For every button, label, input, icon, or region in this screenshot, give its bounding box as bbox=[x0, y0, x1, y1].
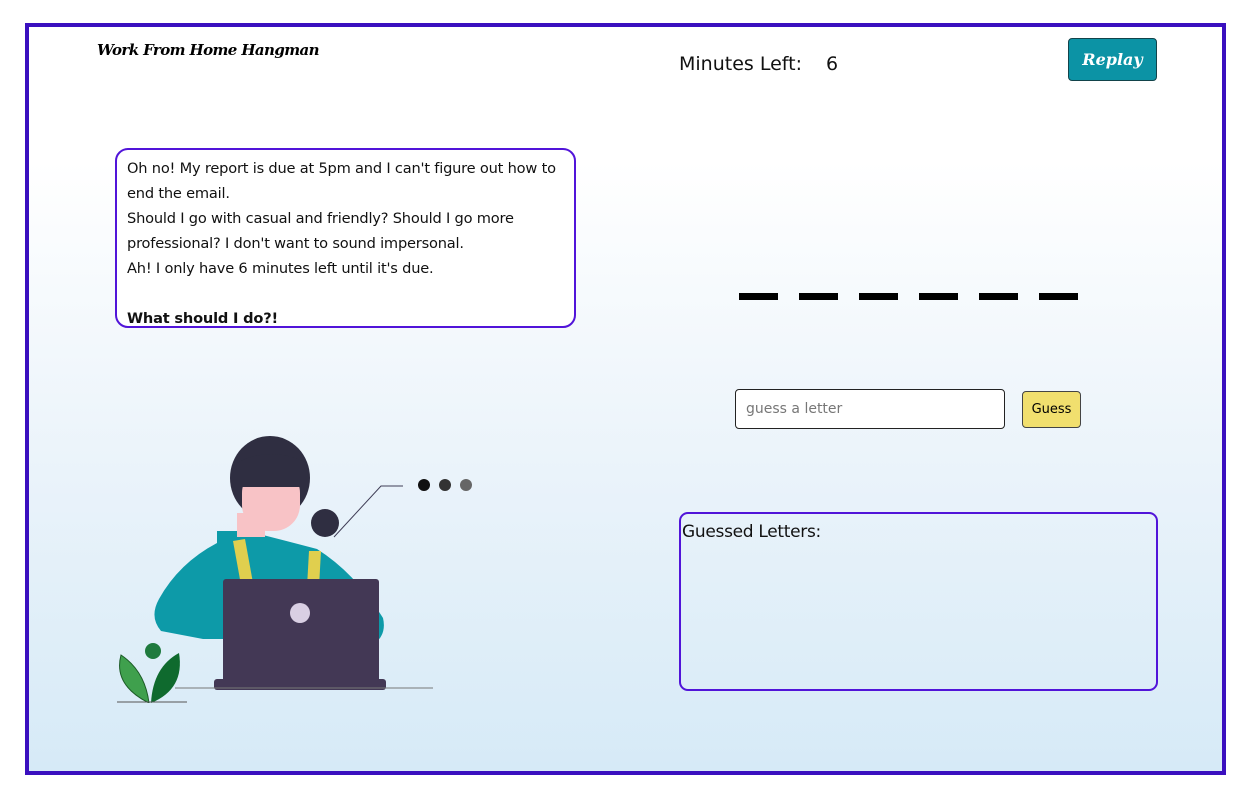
bubble-line: Ah! I only have 6 minutes left until it'… bbox=[127, 260, 434, 277]
bubble-line: Oh no! My report is due at 5pm and I can… bbox=[127, 160, 556, 202]
timer-label: Minutes Left: bbox=[679, 53, 802, 75]
letter-blank bbox=[979, 293, 1018, 300]
letter-blank bbox=[919, 293, 958, 300]
thought-dot bbox=[439, 479, 451, 491]
laptop bbox=[223, 579, 379, 683]
letter-blank bbox=[859, 293, 898, 300]
guessed-letters-label: Guessed Letters: bbox=[682, 522, 821, 542]
plant-leaf bbox=[119, 654, 150, 703]
plant-bud bbox=[145, 643, 161, 659]
timer: Minutes Left: 6 bbox=[679, 53, 838, 75]
game-frame: Work From Home Hangman Minutes Left: 6 R… bbox=[25, 23, 1226, 775]
app-title: Work From Home Hangman bbox=[97, 41, 320, 59]
hair-bun bbox=[311, 509, 339, 537]
replay-button[interactable]: Replay bbox=[1068, 38, 1157, 81]
letter-blank bbox=[1039, 293, 1078, 300]
bubble-question: What should I do?! bbox=[127, 310, 278, 327]
guess-input[interactable] bbox=[735, 389, 1005, 429]
letter-blank bbox=[799, 293, 838, 300]
thought-dot bbox=[418, 479, 430, 491]
guess-button[interactable]: Guess bbox=[1022, 391, 1081, 428]
guessed-letters-box: Guessed Letters: bbox=[679, 512, 1158, 691]
speech-bubble: Oh no! My report is due at 5pm and I can… bbox=[115, 148, 576, 328]
bangs bbox=[237, 454, 307, 487]
woman-at-laptop-illustration bbox=[117, 436, 472, 703]
letter-blank bbox=[739, 293, 778, 300]
timer-value: 6 bbox=[825, 53, 839, 75]
plant-leaf bbox=[151, 653, 180, 703]
word-blanks bbox=[739, 293, 1078, 300]
thought-connector bbox=[333, 485, 403, 538]
bubble-line: Should I go with casual and friendly? Sh… bbox=[127, 210, 514, 252]
thought-dot bbox=[460, 479, 472, 491]
laptop-logo bbox=[290, 603, 310, 623]
